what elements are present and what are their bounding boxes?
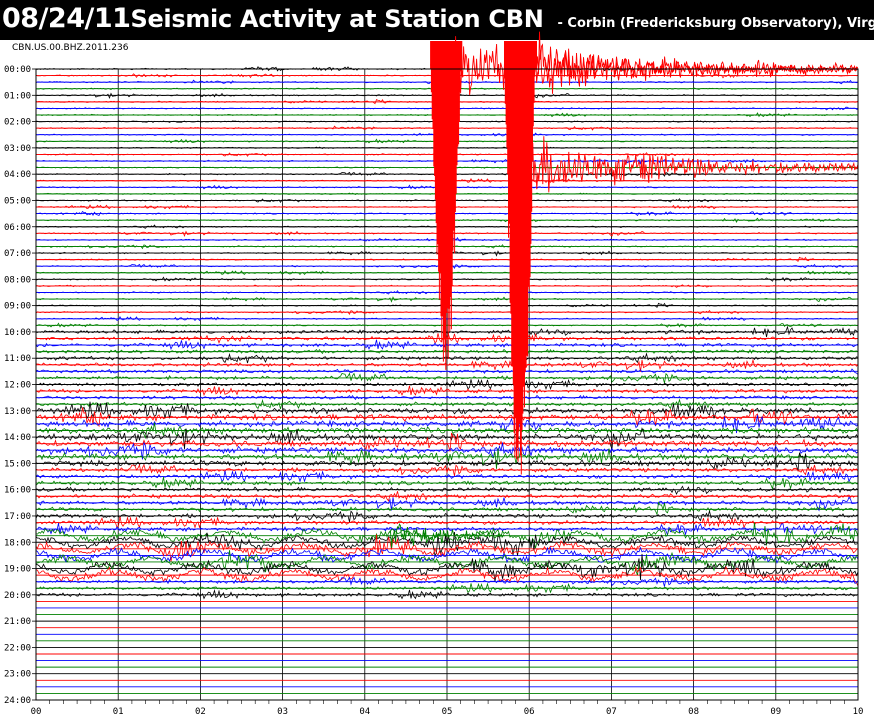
x-tick-label: 03 [277,707,288,717]
x-tick-label: 02 [195,707,206,717]
y-tick-label: 20:00 [4,591,31,601]
y-tick-label: 02:00 [4,118,31,128]
y-tick-label: 03:00 [4,144,31,154]
y-tick-label: 14:00 [4,433,31,443]
y-tick-label: 24:00 [4,696,31,706]
x-tick-label: 00 [31,707,42,717]
earthquake-saturation [430,41,463,370]
y-tick-label: 09:00 [4,302,31,312]
y-tick-label: 19:00 [4,565,31,575]
x-tick-label: 07 [606,707,617,717]
y-tick-label: 13:00 [4,407,31,417]
y-tick-label: 05:00 [4,196,31,206]
x-tick-label: 08 [688,707,699,717]
earthquake-coda [504,31,858,94]
y-tick-label: 21:00 [4,617,31,627]
y-tick-label: 22:00 [4,643,31,653]
y-tick-label: 07:00 [4,249,31,259]
y-tick-label: 01:00 [4,91,31,101]
x-tick-label: 04 [359,707,370,717]
y-tick-label: 12:00 [4,381,31,391]
y-tick-label: 08:00 [4,275,31,285]
y-tick-label: 18:00 [4,538,31,548]
y-tick-label: 23:00 [4,670,31,680]
x-tick-label: 05 [442,707,453,717]
x-tick-label: 09 [770,707,781,717]
y-tick-label: 11:00 [4,354,31,364]
x-tick-label: 06 [524,707,535,717]
y-tick-label: 04:00 [4,170,31,180]
y-tick-label: 17:00 [4,512,31,522]
x-tick-label: 01 [113,707,124,717]
y-axis-ticks: 00:00 01:00 02:00 03:00 04:00 05:00 06:00 07:00… [4,65,31,706]
y-tick-label: 16:00 [4,486,31,496]
x-axis-ticks: 00 01 02 03 04 05 06 07 08 09 10 [31,707,864,717]
helicorder-chart: 00:00 01:00 02:00 03:00 04:00 05:00 06:00 07:00… [4,31,864,717]
y-tick-label: 15:00 [4,459,31,469]
y-tick-label: 00:00 [4,65,31,75]
earthquake-saturation [504,41,537,475]
y-tick-label: 10:00 [4,328,31,338]
y-tick-label: 06:00 [4,223,31,233]
x-tick-label: 10 [853,707,864,717]
